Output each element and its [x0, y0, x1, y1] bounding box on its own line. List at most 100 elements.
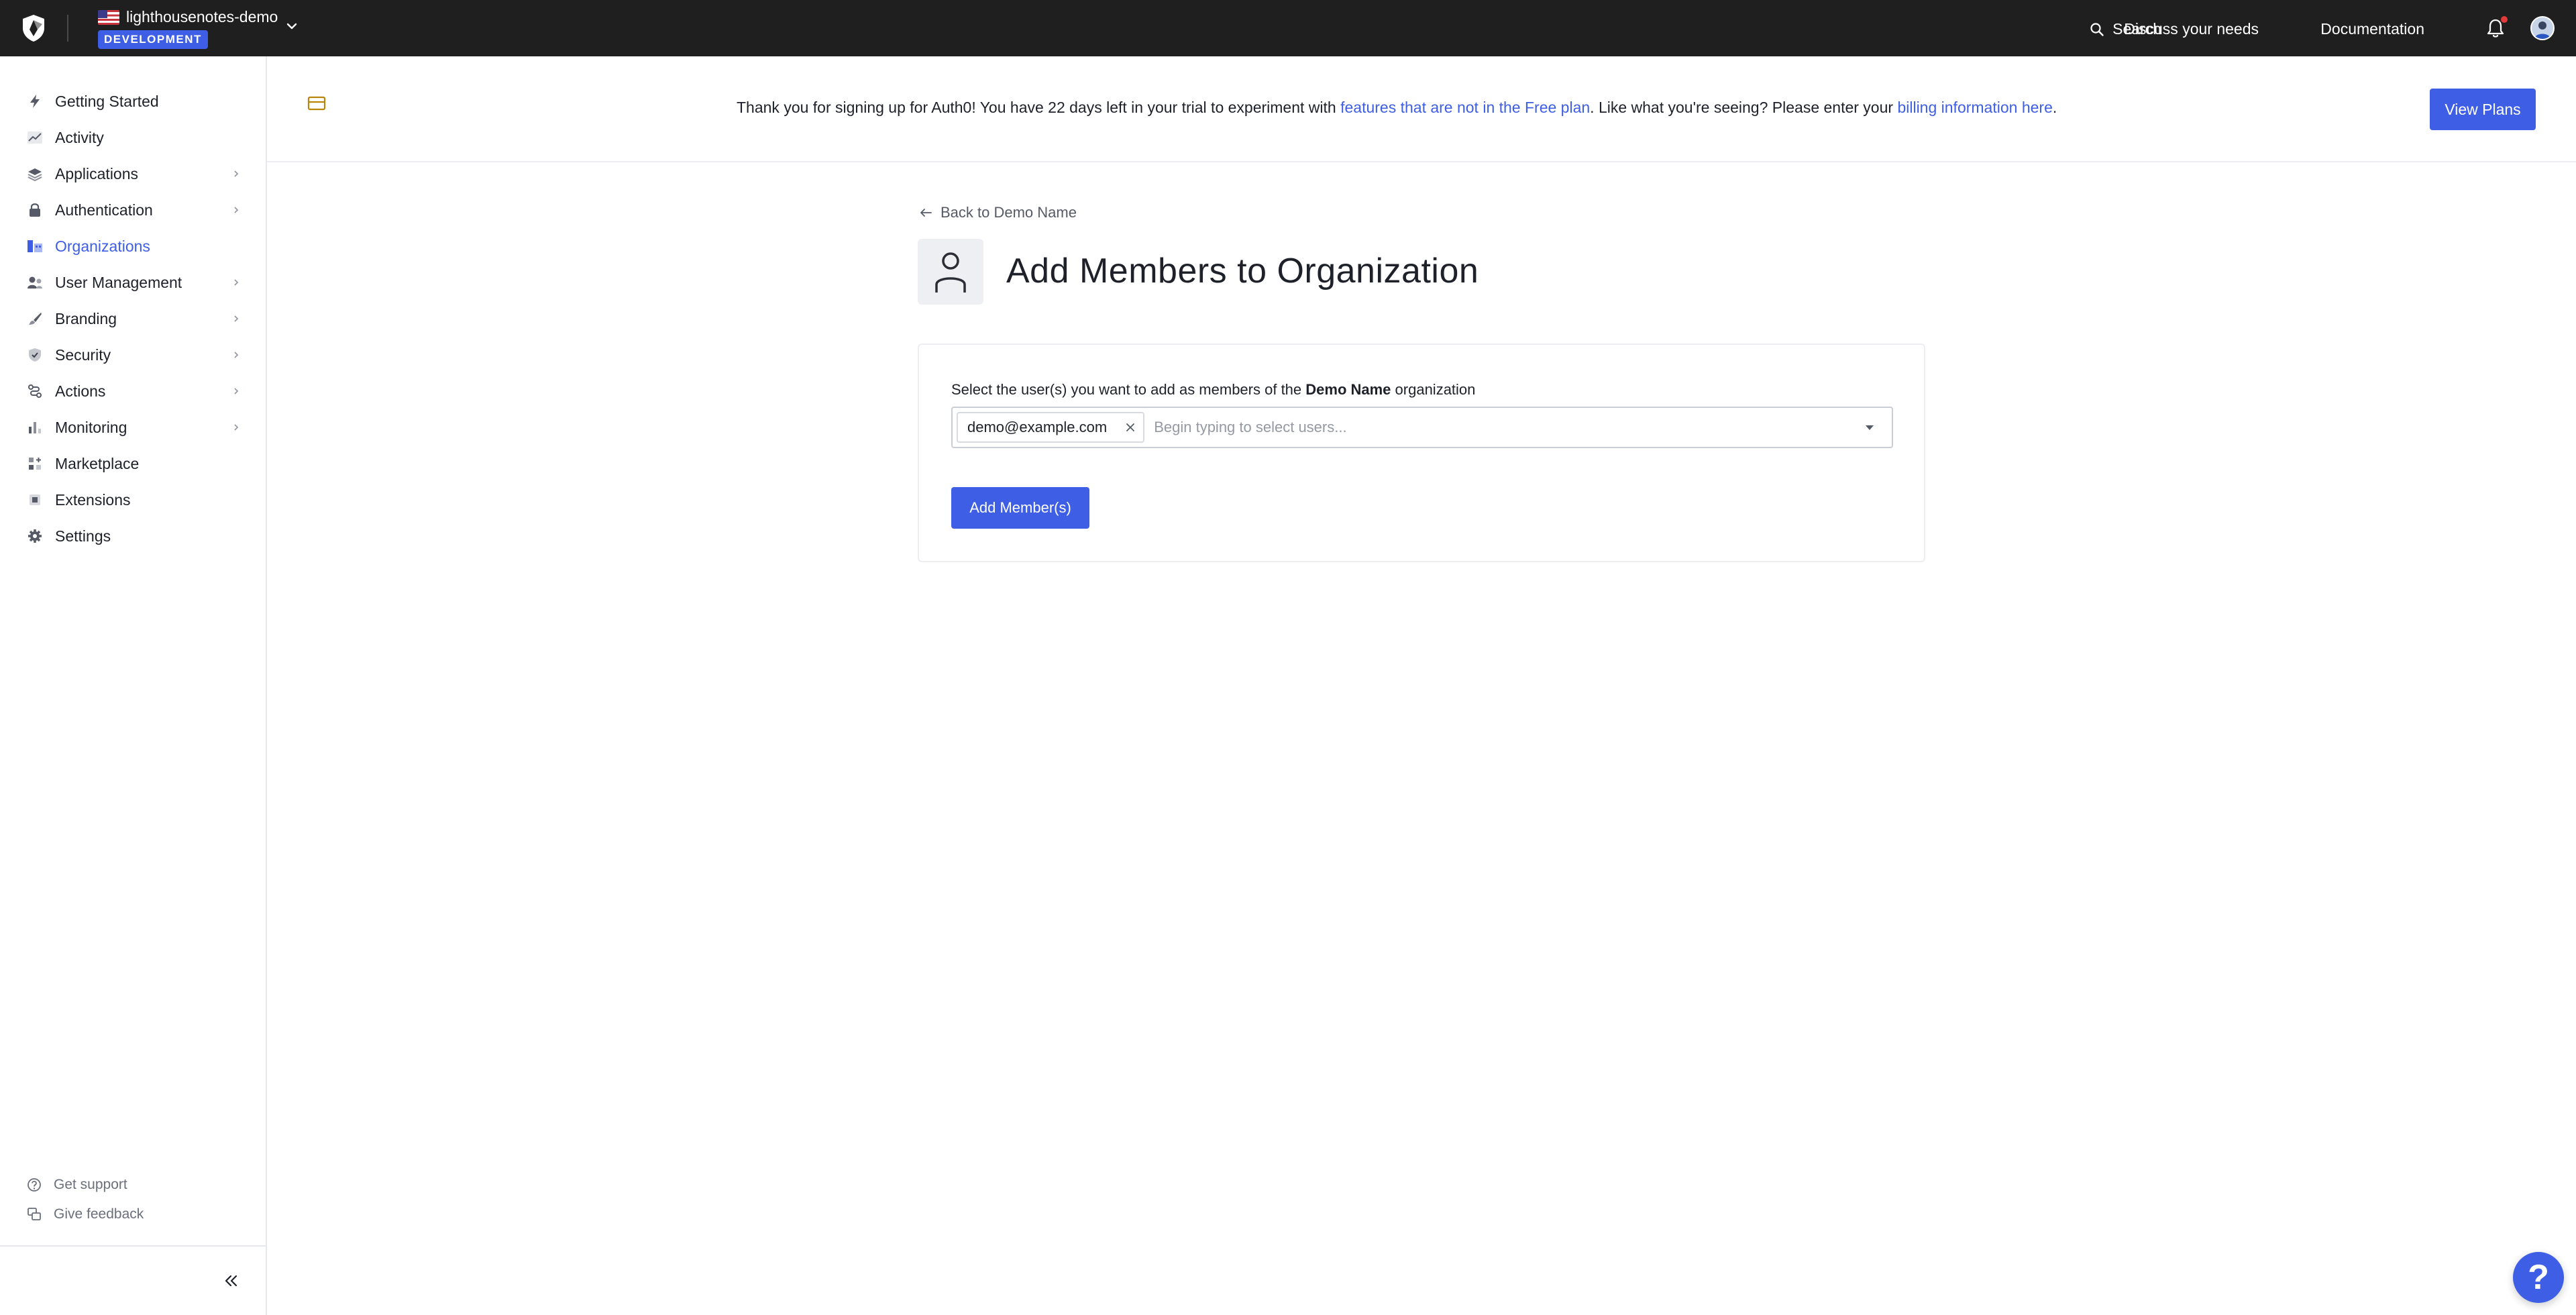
bar-chart-icon [27, 419, 43, 435]
trial-banner: Thank you for signing up for Auth0! You … [267, 56, 2576, 162]
building-icon [27, 238, 43, 254]
trial-text-start: Thank you for signing up for Auth0! You … [737, 99, 1341, 116]
sidebar-item-label: Security [55, 346, 111, 364]
top-navbar: lighthousenotes-demo DEVELOPMENT Search … [0, 0, 2576, 56]
add-members-card: Select the user(s) you want to add as me… [918, 344, 1925, 562]
back-link[interactable]: Back to Demo Name [919, 204, 1077, 221]
sidebar-item-marketplace[interactable]: Marketplace [0, 445, 266, 482]
sidebar-item-label: Actions [55, 382, 106, 400]
label-text-end: organization [1391, 381, 1476, 398]
help-circle-icon [27, 1177, 42, 1192]
user-search-input[interactable] [1154, 419, 1825, 436]
shield-check-icon [27, 347, 43, 363]
notification-dot [2501, 16, 2508, 23]
activity-chart-icon [27, 129, 43, 146]
chevron-right-icon [234, 207, 239, 213]
gear-icon [27, 528, 43, 544]
trial-message: Thank you for signing up for Auth0! You … [737, 99, 2057, 117]
sidebar-item-authentication[interactable]: Authentication [0, 192, 266, 228]
auth0-shield-icon[interactable] [20, 13, 47, 43]
documentation-label: Documentation [2320, 20, 2424, 38]
discuss-needs-link[interactable]: Discuss your needs [2124, 20, 2259, 38]
tenant-name: lighthousenotes-demo [126, 8, 278, 25]
arrow-left-icon [920, 209, 932, 217]
lock-icon [27, 202, 43, 218]
us-flag-icon [98, 9, 119, 25]
page-title: Add Members to Organization [1006, 252, 1479, 291]
chevron-right-icon [234, 170, 239, 177]
chip-icon [27, 492, 43, 508]
back-label: Back to Demo Name [941, 204, 1077, 221]
sidebar-item-label: User Management [55, 273, 182, 291]
sidebar-item-label: Authentication [55, 201, 153, 219]
layers-icon [27, 166, 43, 182]
add-members-button[interactable]: Add Member(s) [951, 487, 1089, 529]
sidebar-item-activity[interactable]: Activity [0, 119, 266, 156]
person-icon [935, 252, 966, 293]
credit-card-icon [307, 96, 326, 111]
caret-down-icon[interactable] [1864, 423, 1876, 432]
remove-chip-icon[interactable] [1124, 421, 1136, 433]
help-button[interactable]: ? [2513, 1252, 2564, 1303]
sidebar-item-monitoring[interactable]: Monitoring [0, 409, 266, 445]
brush-icon [27, 311, 43, 327]
user-avatar-icon [2532, 17, 2553, 39]
user-multiselect[interactable]: demo@example.com [951, 407, 1893, 448]
user-select-label: Select the user(s) you want to add as me… [951, 381, 1475, 399]
sidebar-item-label: Organizations [55, 237, 150, 255]
sidebar-item-label: Applications [55, 164, 139, 182]
page-header-avatar [918, 239, 983, 305]
chevron-right-icon [234, 388, 239, 394]
sidebar-item-organizations[interactable]: Organizations [0, 228, 266, 264]
chevron-right-icon [234, 315, 239, 322]
feedback-icon [27, 1207, 42, 1222]
selected-user-email: demo@example.com [967, 419, 1108, 435]
chevron-right-icon [234, 279, 239, 286]
sidebar-item-label: Getting Started [55, 92, 159, 110]
trial-text-end: . [2052, 99, 2057, 116]
lightning-icon [27, 93, 43, 109]
sidebar: Getting Started Activity Applications Au… [0, 56, 267, 1315]
label-text-start: Select the user(s) you want to add as me… [951, 381, 1306, 398]
selected-user-chip: demo@example.com [957, 412, 1145, 443]
sidebar-item-label: Activity [55, 128, 104, 146]
sidebar-item-security[interactable]: Security [0, 337, 266, 373]
sidebar-item-branding[interactable]: Branding [0, 301, 266, 337]
get-support-link[interactable]: Get support [0, 1170, 266, 1200]
free-plan-features-link[interactable]: features that are not in the Free plan [1340, 99, 1590, 116]
trial-text-middle: . Like what you're seeing? Please enter … [1590, 99, 1898, 116]
sidebar-item-applications[interactable]: Applications [0, 156, 266, 192]
give-feedback-label: Give feedback [54, 1206, 144, 1222]
search-icon [2090, 22, 2104, 36]
collapse-sidebar-icon[interactable] [221, 1271, 241, 1291]
sidebar-nav: Getting Started Activity Applications Au… [0, 83, 266, 554]
grid-plus-icon [27, 456, 43, 472]
tenant-switcher[interactable]: lighthousenotes-demo DEVELOPMENT [98, 8, 278, 49]
give-feedback-link[interactable]: Give feedback [0, 1200, 266, 1229]
sidebar-divider [0, 1245, 266, 1247]
view-plans-button[interactable]: View Plans [2430, 89, 2536, 130]
sidebar-item-settings[interactable]: Settings [0, 518, 266, 554]
sidebar-item-extensions[interactable]: Extensions [0, 482, 266, 518]
user-avatar[interactable] [2530, 16, 2555, 40]
sidebar-footer: Get support Give feedback [0, 1170, 266, 1229]
logo-divider [67, 15, 68, 42]
chevron-right-icon [234, 352, 239, 358]
sidebar-item-label: Settings [55, 527, 111, 545]
sidebar-item-actions[interactable]: Actions [0, 373, 266, 409]
flow-icon [27, 383, 43, 399]
sidebar-item-user-management[interactable]: User Management [0, 264, 266, 301]
chevron-down-icon[interactable] [284, 19, 299, 34]
chevron-right-icon [234, 424, 239, 431]
sidebar-item-label: Extensions [55, 490, 131, 509]
users-icon [27, 274, 43, 291]
sidebar-item-label: Branding [55, 309, 117, 327]
sidebar-item-getting-started[interactable]: Getting Started [0, 83, 266, 119]
billing-information-link[interactable]: billing information here [1897, 99, 2052, 116]
organization-name: Demo Name [1305, 381, 1391, 398]
sidebar-item-label: Monitoring [55, 418, 127, 436]
environment-badge: DEVELOPMENT [98, 30, 208, 49]
discuss-label: Discuss your needs [2124, 20, 2259, 38]
get-support-label: Get support [54, 1177, 127, 1192]
documentation-link[interactable]: Documentation [2320, 20, 2424, 38]
